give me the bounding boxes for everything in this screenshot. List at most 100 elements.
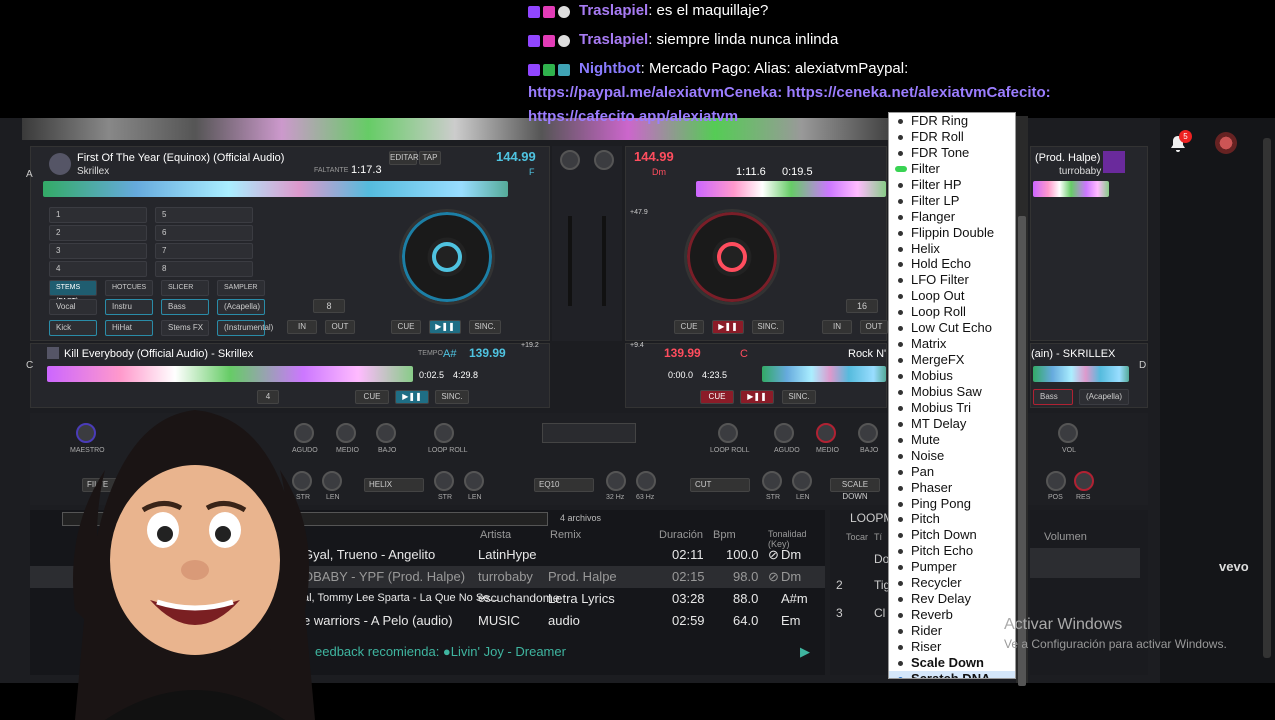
fx-menu-item[interactable]: Flippin Double	[889, 225, 1015, 241]
fx-menu-item[interactable]: Pitch Echo	[889, 543, 1015, 559]
fx-menu-item[interactable]: Mobius Tri	[889, 400, 1015, 416]
column-header[interactable]: Bpm	[713, 529, 736, 541]
bell-icon[interactable]: 5	[1168, 130, 1192, 154]
pad-tab-slicer[interactable]: SLICER	[161, 280, 209, 296]
fx-menu-item[interactable]: MT Delay	[889, 416, 1015, 432]
fx-knob[interactable]	[792, 471, 812, 491]
fx-menu-item[interactable]: MergeFX	[889, 352, 1015, 368]
pad-tab-hotcues[interactable]: HOTCUES	[105, 280, 153, 296]
column-header[interactable]: Remix	[550, 529, 581, 541]
fx-menu-item[interactable]: Noise	[889, 448, 1015, 464]
hotcue-pad[interactable]: 4	[49, 261, 147, 277]
gain-knob[interactable]	[594, 150, 614, 170]
eq-knob[interactable]	[376, 423, 396, 443]
fx-menu-item[interactable]: Pitch	[889, 511, 1015, 527]
channel-fader[interactable]	[568, 216, 572, 306]
avatar[interactable]	[1215, 132, 1237, 154]
stem-pad[interactable]: (Acapella)	[1079, 389, 1129, 405]
cue-button[interactable]: CUE	[700, 390, 734, 404]
hotcue-pad[interactable]: 2	[49, 225, 147, 241]
stem-pad[interactable]: Instru	[105, 299, 153, 315]
fx-knob[interactable]	[636, 471, 656, 491]
fx-menu-item[interactable]: Mobius	[889, 368, 1015, 384]
stem-pad[interactable]: Bass	[1033, 389, 1073, 405]
fx-menu-item[interactable]: Flanger	[889, 209, 1015, 225]
fx-menu-item[interactable]: Helix	[889, 241, 1015, 257]
fx-menu-item[interactable]: Scratch DNA	[889, 670, 1015, 678]
scrollbar[interactable]	[1263, 138, 1271, 658]
fx-knob[interactable]	[762, 471, 782, 491]
hotcue-pad[interactable]: 6	[155, 225, 253, 241]
fx-knob[interactable]	[1074, 471, 1094, 491]
fx-menu-item[interactable]: Filter	[889, 161, 1015, 177]
fx-menu-item[interactable]: Pumper	[889, 559, 1015, 575]
jog-wheel[interactable]	[684, 209, 780, 305]
sync-button[interactable]: SINC.	[782, 390, 816, 404]
loop-item[interactable]: Cl	[874, 606, 885, 620]
track-waveform[interactable]	[1033, 366, 1129, 382]
chat-link[interactable]: https://paypal.me/alexiatvmCeneka: https…	[528, 84, 1051, 101]
loop-in-button[interactable]: IN	[822, 320, 852, 334]
cue-button[interactable]: CUE	[391, 320, 421, 334]
cue-button[interactable]: CUE	[355, 390, 389, 404]
hotcue-pad[interactable]: 3	[49, 243, 147, 259]
chat-username[interactable]: Nightbot	[579, 60, 641, 77]
loop-in-button[interactable]: IN	[287, 320, 317, 334]
eq-knob[interactable]	[816, 423, 836, 443]
track-waveform[interactable]	[47, 366, 413, 382]
loop-roll-knob[interactable]	[718, 423, 738, 443]
sync-button[interactable]: SINC.	[435, 390, 469, 404]
stem-pad[interactable]: (Instrumental)	[217, 320, 273, 336]
fx-menu-item[interactable]: Hold Echo	[889, 256, 1015, 272]
overview-waveform[interactable]	[22, 118, 888, 140]
stem-pad[interactable]: Vocal	[49, 299, 97, 315]
fx-select[interactable]: EQ10	[534, 478, 594, 492]
effects-dropdown[interactable]: FDR Ring FDR Roll FDR Tone Filter Filter HP F…	[888, 112, 1016, 679]
fx-knob[interactable]	[1046, 471, 1066, 491]
pad-tab-stems[interactable]: STEMS (FAST)	[49, 280, 97, 305]
chat-username[interactable]: Traslapiel	[579, 2, 648, 19]
loop-roll-knob[interactable]	[434, 423, 454, 443]
channel-fader[interactable]	[602, 216, 606, 306]
play-button[interactable]: ▶❚❚	[395, 390, 429, 404]
play-button[interactable]: ▶❚❚	[429, 320, 461, 334]
play-button[interactable]: ▶❚❚	[740, 390, 774, 404]
recommendation-text[interactable]: eedback recomienda: ●Livin' Joy - Dreame…	[315, 644, 566, 659]
fx-menu-item[interactable]: FDR Ring	[889, 113, 1015, 129]
fx-menu-item[interactable]: Filter LP	[889, 193, 1015, 209]
stem-pad[interactable]: Stems FX	[161, 320, 209, 336]
fx-menu-item[interactable]: Riser	[889, 639, 1015, 655]
fx-menu-item[interactable]: Filter HP	[889, 177, 1015, 193]
fx-select[interactable]: HELIX	[364, 478, 424, 492]
dropdown-scrollbar[interactable]	[1016, 116, 1028, 686]
hotcue-pad[interactable]: 5	[155, 207, 253, 223]
sync-button[interactable]: SINC.	[469, 320, 501, 334]
gain-knob[interactable]	[560, 150, 580, 170]
fx-knob[interactable]	[606, 471, 626, 491]
crossfader[interactable]	[542, 423, 636, 443]
fx-menu-item[interactable]: Low Cut Echo	[889, 320, 1015, 336]
stem-pad[interactable]: Bass	[161, 299, 209, 315]
sync-button[interactable]: SINC.	[752, 320, 784, 334]
loop-size[interactable]: 4	[257, 390, 279, 404]
loop-out-button[interactable]: OUT	[860, 320, 888, 334]
fx-knob[interactable]	[434, 471, 454, 491]
track-waveform[interactable]	[696, 181, 886, 197]
fx-menu-item[interactable]: Matrix	[889, 336, 1015, 352]
loop-size[interactable]: 8	[313, 299, 345, 313]
fx-menu-item[interactable]: Reverb	[889, 607, 1015, 623]
stem-pad[interactable]: (Acapella)	[217, 299, 265, 315]
volume-knob[interactable]	[1058, 423, 1078, 443]
hotcue-pad[interactable]: 1	[49, 207, 147, 223]
track-waveform[interactable]	[762, 366, 886, 382]
hotcue-pad[interactable]: 8	[155, 261, 253, 277]
stem-pad[interactable]: Kick	[49, 320, 97, 336]
loop-out-button[interactable]: OUT	[325, 320, 355, 334]
play-button[interactable]: ▶❚❚	[712, 320, 744, 334]
fx-menu-item[interactable]: Rider	[889, 623, 1015, 639]
fx-menu-item[interactable]: Rev Delay	[889, 591, 1015, 607]
tap-button[interactable]: TAP	[419, 151, 441, 165]
column-header[interactable]: Duración	[659, 529, 703, 541]
fx-select[interactable]: SCALE DOWN	[830, 478, 880, 501]
track-waveform[interactable]	[1033, 181, 1109, 197]
